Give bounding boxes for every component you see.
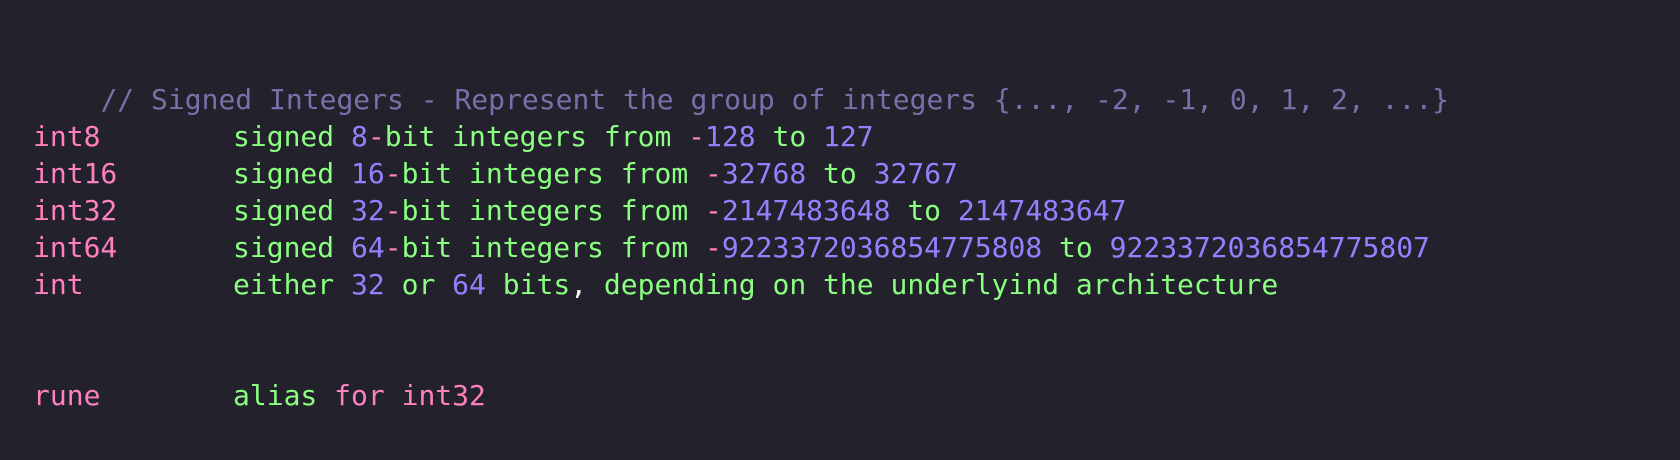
desc-text: depending on the underlyind architecture	[587, 268, 1279, 301]
desc-text: bit integers from	[401, 157, 706, 190]
alias-target: int32	[401, 379, 486, 412]
desc-text: signed	[233, 157, 352, 190]
operator: -	[705, 157, 722, 190]
desc-text: bits	[485, 268, 571, 301]
bit-count: 32	[351, 194, 385, 227]
type-name: int32	[33, 194, 118, 227]
operator: -	[384, 157, 402, 190]
min-value: 128	[705, 120, 756, 153]
bit-count: 16	[351, 157, 385, 190]
code-line-int8: int8 signed 8-bit integers from -128 to 1…	[33, 118, 874, 155]
max-value: 2147483647	[957, 194, 1127, 227]
comment-line: // Signed Integers - Represent the group…	[33, 44, 1449, 116]
type-name: int16	[33, 157, 118, 190]
desc-text: or	[384, 268, 453, 301]
desc-text: signed	[233, 231, 352, 264]
type-description: signed 64-bit integers from -92233720368…	[233, 229, 1430, 266]
desc-text	[385, 379, 402, 412]
code-line-int64: int64 signed 64-bit integers from -922337…	[33, 229, 1430, 266]
operator: -	[384, 194, 402, 227]
type-description: signed 8-bit integers from -128 to 127	[233, 118, 874, 155]
code-line-int16: int16 signed 16-bit integers from -32768 …	[33, 155, 958, 192]
desc-text: to	[1042, 231, 1110, 264]
punctuation: ,	[570, 268, 588, 301]
desc-text: signed	[233, 120, 352, 153]
type-name: int	[33, 268, 84, 301]
code-editor: // Signed Integers - Represent the group…	[0, 0, 1680, 460]
desc-text: bit integers from	[384, 120, 689, 153]
desc-text: signed	[233, 194, 352, 227]
type-description: signed 16-bit integers from -32768 to 32…	[233, 155, 958, 192]
bit-count: 64	[452, 268, 486, 301]
operator: -	[367, 120, 385, 153]
desc-text: bit integers from	[401, 231, 706, 264]
max-value: 32767	[873, 157, 958, 190]
desc-text: bit integers from	[401, 194, 706, 227]
desc-text: to	[806, 157, 874, 190]
desc-text: to	[890, 194, 958, 227]
desc-text: to	[755, 120, 824, 153]
min-value: 2147483648	[721, 194, 891, 227]
type-description: signed 32-bit integers from -2147483648 …	[233, 192, 1126, 229]
desc-text: either	[233, 268, 352, 301]
operator: -	[705, 231, 722, 264]
bit-count: 32	[351, 268, 385, 301]
type-description: either 32 or 64 bits, depending on the u…	[233, 266, 1278, 303]
code-line-int32: int32 signed 32-bit integers from -214748…	[33, 192, 1126, 229]
type-name: rune	[33, 379, 101, 412]
operator: -	[705, 194, 722, 227]
bit-count: 8	[351, 120, 368, 153]
keyword: for	[334, 379, 385, 412]
comment-text: // Signed Integers - Represent the group…	[100, 83, 1450, 116]
bit-count: 64	[351, 231, 385, 264]
operator: -	[688, 120, 706, 153]
max-value: 127	[823, 120, 874, 153]
max-value: 9223372036854775807	[1109, 231, 1430, 264]
min-value: 32768	[721, 157, 807, 190]
operator: -	[384, 231, 402, 264]
code-line-int: int either 32 or 64 bits, depending on th…	[33, 266, 1278, 303]
code-line-rune: rune alias for int32	[33, 377, 486, 414]
min-value: 9223372036854775808	[721, 231, 1043, 264]
type-name: int8	[33, 120, 101, 153]
type-name: int64	[33, 231, 118, 264]
desc-text: alias	[233, 379, 335, 412]
type-description: alias for int32	[233, 377, 486, 414]
